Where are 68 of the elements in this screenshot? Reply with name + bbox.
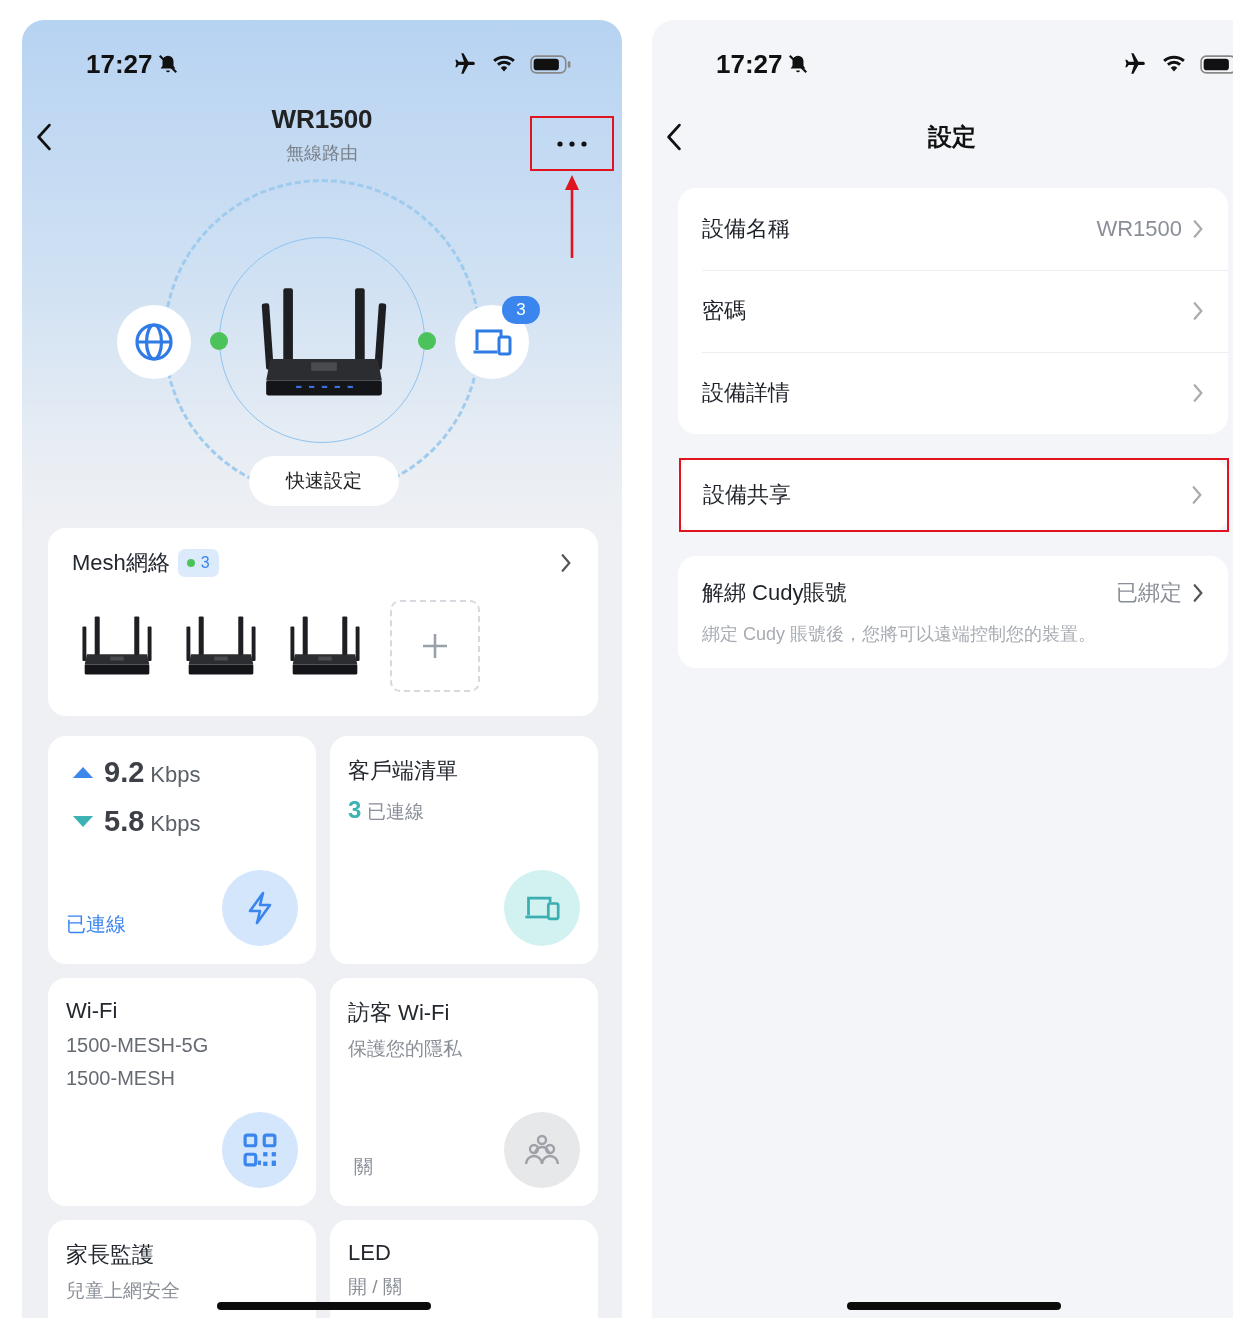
- upload-speed: 9.2: [104, 756, 145, 789]
- guest-card[interactable]: 訪客 Wi-Fi 保護您的隱私 關: [330, 978, 598, 1206]
- card-title: LED: [348, 1240, 391, 1266]
- device-subtitle: 無線路由: [286, 142, 358, 165]
- client-count: 3: [348, 796, 362, 824]
- chevron-right-icon: [1191, 485, 1203, 505]
- row-label: 設備名稱: [702, 215, 790, 243]
- card-title: 家長監護: [66, 1241, 154, 1269]
- bell-off-icon: [156, 53, 179, 75]
- speed-card[interactable]: 9.2 Kbps 5.8 Kbps 已連線: [48, 736, 316, 964]
- back-icon[interactable]: [666, 123, 682, 151]
- more-button[interactable]: [530, 116, 614, 171]
- page-title: 設定: [927, 122, 977, 152]
- upload-unit: Kbps: [150, 762, 201, 788]
- client-count-badge: 3: [502, 296, 540, 324]
- chevron-right-icon: [560, 553, 572, 573]
- back-icon[interactable]: [36, 123, 52, 151]
- chevron-right-icon: [1192, 583, 1204, 603]
- connection-status: 已連線: [66, 912, 126, 937]
- settings-row[interactable]: 設備共享: [679, 458, 1229, 532]
- row-value: 已綁定: [1116, 579, 1182, 607]
- row-description: 綁定 Cudy 賬號後，您將可以遠端控制您的裝置。: [702, 623, 1098, 646]
- download-unit: Kbps: [150, 811, 201, 837]
- status-time: 17:27: [86, 48, 153, 80]
- chevron-right-icon: [1192, 301, 1204, 321]
- wifi-card[interactable]: Wi-Fi 1500-MESH-5G 1500-MESH: [48, 978, 316, 1206]
- download-speed: 5.8: [104, 805, 145, 838]
- chevron-right-icon: [1192, 383, 1204, 403]
- row-label: 設備詳情: [702, 379, 790, 407]
- led-card[interactable]: LED 開 / 關: [330, 1220, 598, 1318]
- download-arrow-icon: [72, 815, 94, 828]
- settings-row[interactable]: 設備詳情: [678, 352, 1228, 434]
- device-title: WR1500: [271, 104, 373, 135]
- row-label: 設備共享: [703, 481, 791, 509]
- plus-icon: [421, 632, 449, 660]
- quick-setup-button[interactable]: 快速設定: [249, 456, 399, 506]
- settings-row[interactable]: 密碼: [678, 270, 1228, 352]
- network-name: 1500-MESH: [66, 1067, 175, 1090]
- status-time: 17:27: [716, 48, 783, 80]
- battery-icon: [1200, 53, 1233, 75]
- mesh-count-badge: 3: [177, 549, 219, 577]
- upload-arrow-icon: [72, 766, 94, 779]
- card-title: 訪客 Wi-Fi: [348, 999, 450, 1027]
- client-status: 已連線: [367, 800, 425, 824]
- card-subtitle: 兒童上網安全: [66, 1279, 180, 1303]
- card-title: 客戶端清單: [348, 757, 458, 785]
- ellipsis-icon: [557, 140, 587, 147]
- card-subtitle: 開 / 關: [348, 1275, 402, 1299]
- clients-card[interactable]: 客戶端清單 3 已連線: [330, 736, 598, 964]
- row-label: 密碼: [702, 297, 746, 325]
- network-name: 1500-MESH-5G: [66, 1034, 209, 1057]
- mesh-title: Mesh網絡: [72, 549, 170, 577]
- row-label: 解綁 Cudy賬號: [702, 579, 848, 607]
- settings-row[interactable]: 設備名稱 WR1500: [678, 188, 1228, 270]
- globe-icon: [134, 322, 174, 362]
- parental-card[interactable]: 家長監護 兒童上網安全: [48, 1220, 316, 1318]
- guest-status: 關: [354, 1155, 373, 1179]
- qr-code-icon: [242, 1133, 278, 1167]
- battery-icon: [530, 53, 572, 75]
- mesh-card[interactable]: Mesh網絡 3: [48, 528, 598, 716]
- people-icon: [524, 1133, 560, 1167]
- bell-off-icon: [786, 53, 809, 75]
- card-subtitle: 保護您的隱私: [348, 1037, 462, 1061]
- card-title: Wi-Fi: [66, 998, 118, 1024]
- chevron-right-icon: [1192, 219, 1204, 239]
- row-value: WR1500: [1096, 216, 1182, 242]
- add-node-button[interactable]: [390, 600, 480, 692]
- settings-row[interactable]: 解綁 Cudy賬號 已綁定 綁定 Cudy 賬號後，您將可以遠端控制您的裝置。: [678, 556, 1228, 668]
